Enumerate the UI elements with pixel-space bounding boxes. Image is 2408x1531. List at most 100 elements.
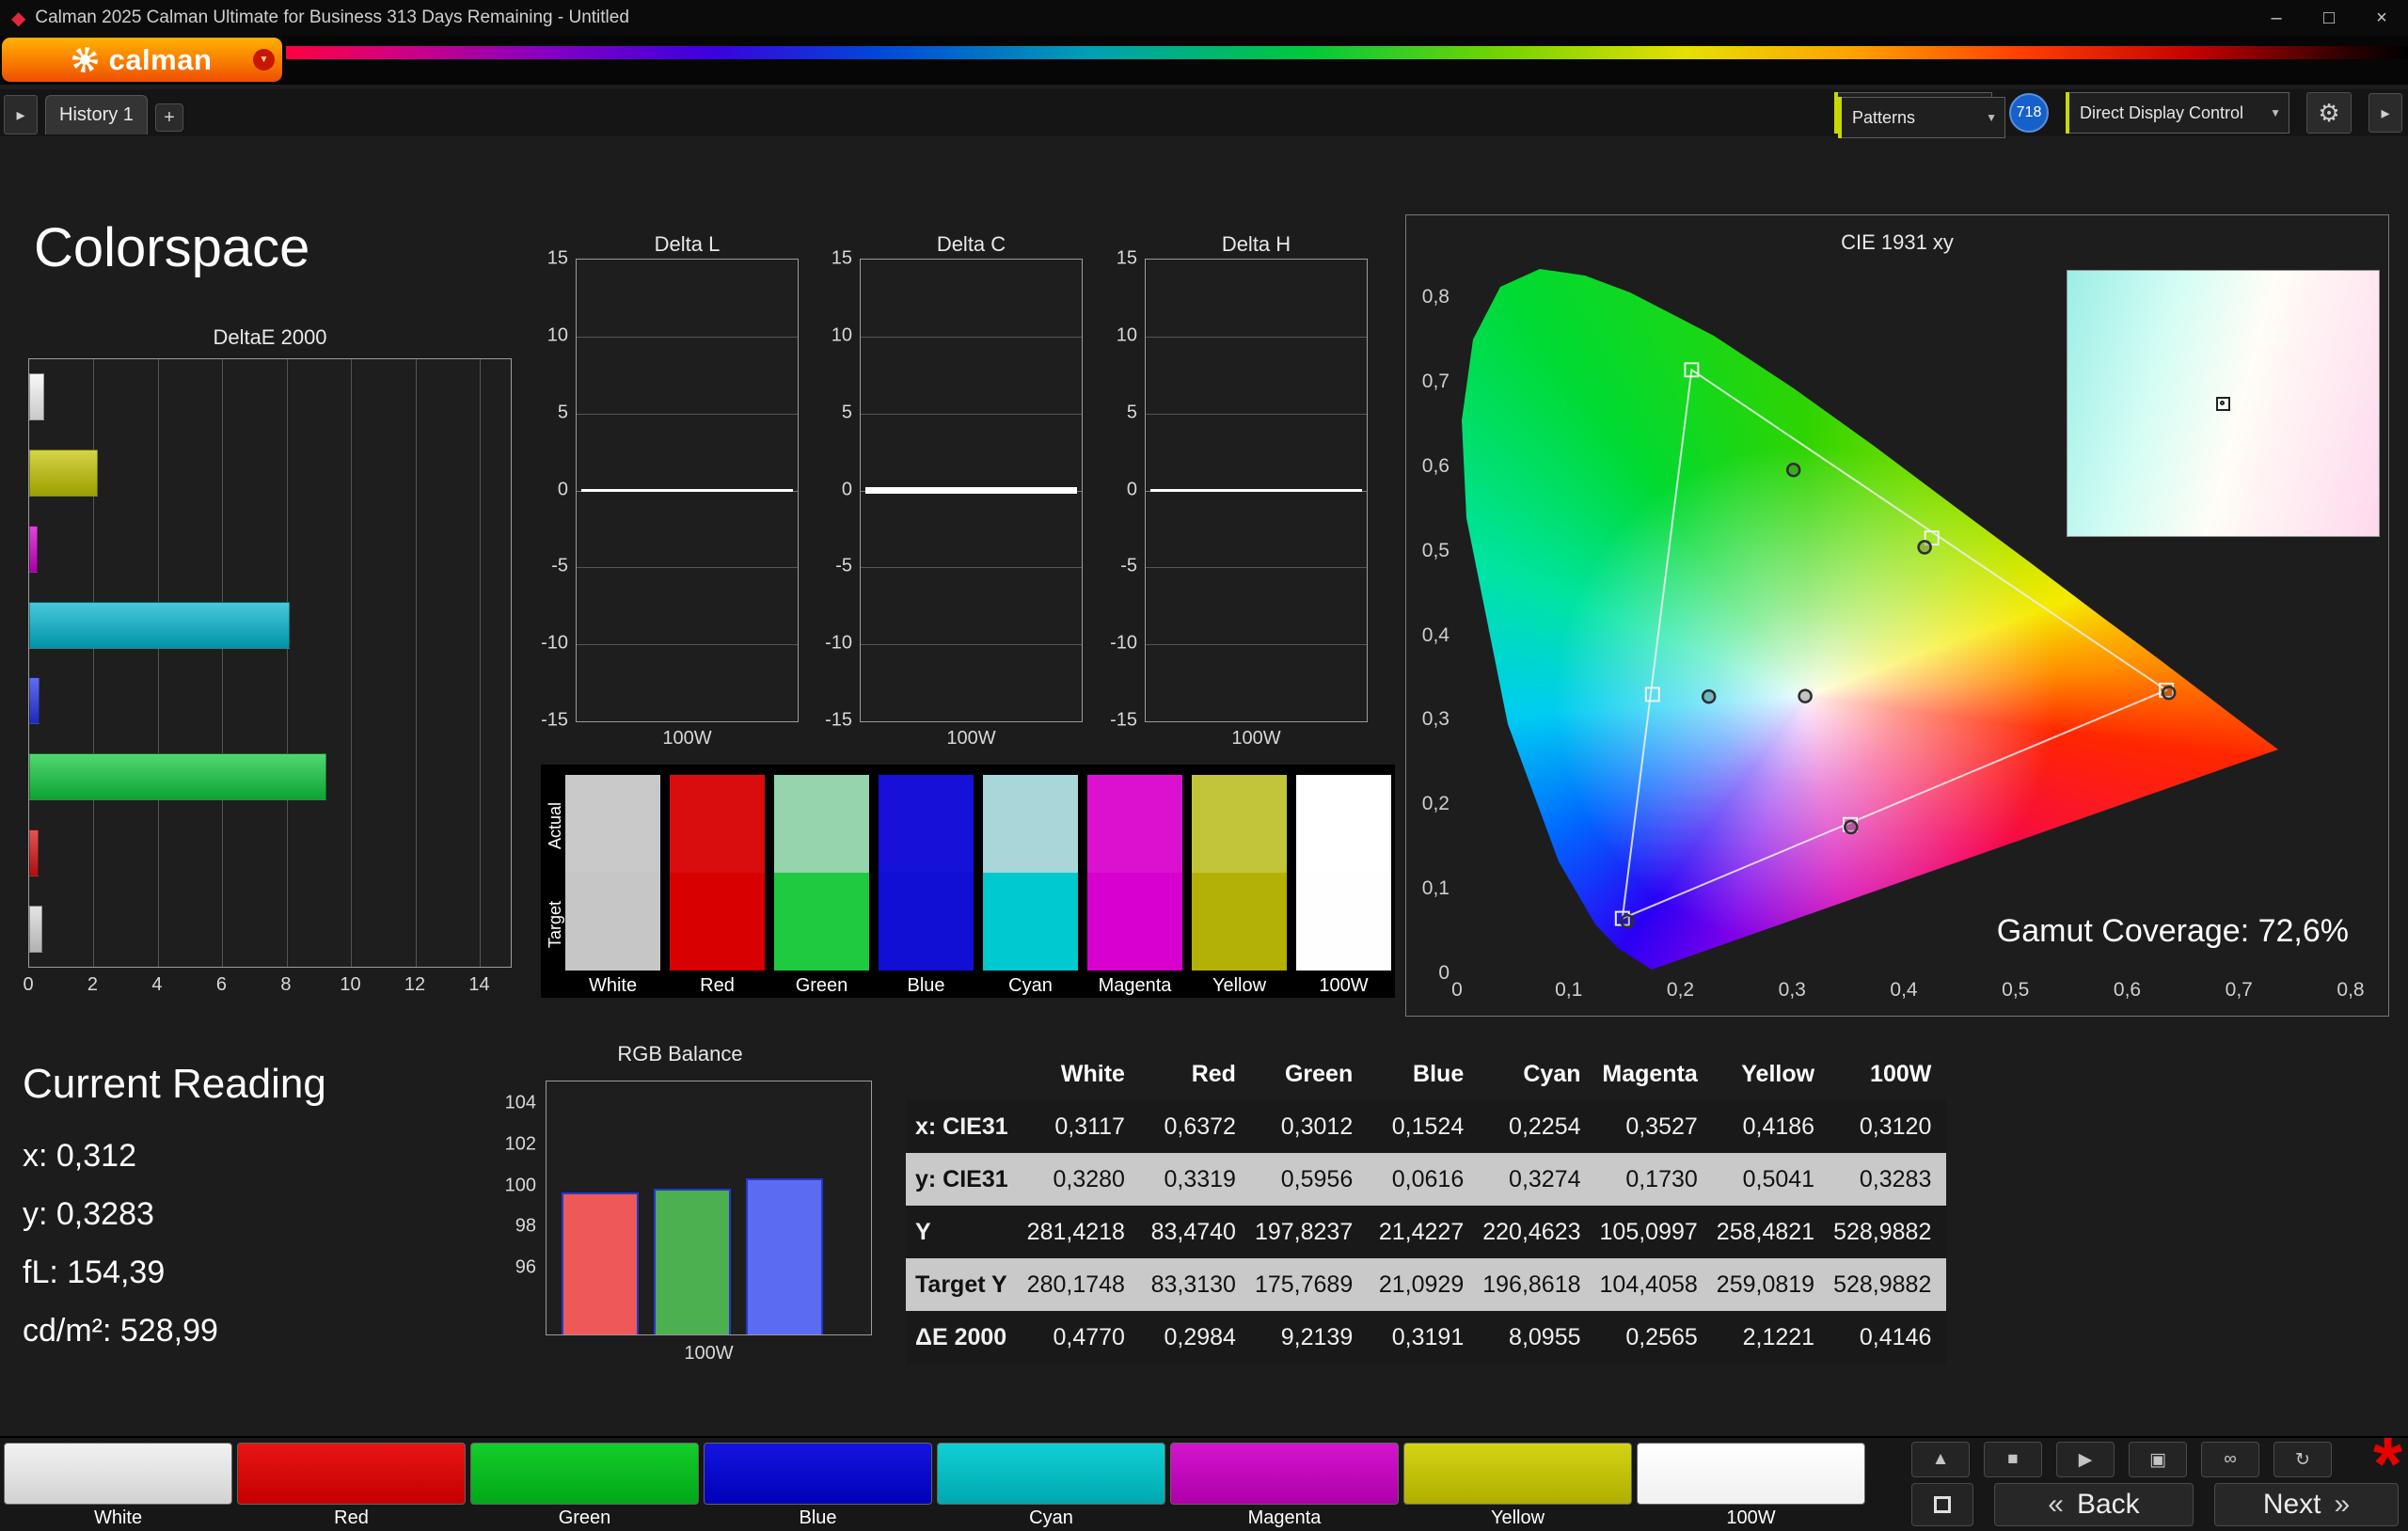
pattern-button-yellow[interactable]: Yellow <box>1403 1443 1632 1529</box>
swatch-blue: Blue <box>879 775 974 997</box>
current-reading-line: fL: 154,39 <box>23 1243 218 1302</box>
chevron-left-icon: « <box>2048 1489 2064 1521</box>
table-column-header: Blue <box>1368 1048 1479 1100</box>
table-cell: 0,3280 <box>1023 1153 1140 1206</box>
rgb-y-ticks: 1041021009896 <box>470 1081 536 1335</box>
meter-count-badge[interactable]: 718 <box>2009 93 2049 133</box>
chevron-down-icon: ▼ <box>2270 106 2281 119</box>
pattern-button-red[interactable]: Red <box>237 1443 466 1529</box>
table-cell: 83,4740 <box>1140 1206 1251 1258</box>
cie-x-tick: 0,4 <box>1890 979 1917 1002</box>
pattern-button-cyan[interactable]: Cyan <box>937 1443 1165 1529</box>
close-button[interactable]: × <box>2355 0 2408 36</box>
display-control-dropdown[interactable]: Direct Display Control ▼ <box>2066 92 2289 134</box>
refresh-button[interactable]: ↻ <box>2273 1442 2332 1477</box>
rgb-y-tick: 102 <box>470 1133 536 1155</box>
swatch-target <box>670 873 765 971</box>
back-button[interactable]: « Back <box>1994 1483 2194 1526</box>
deltae-x-tick: 14 <box>468 974 489 996</box>
logo-menu-button[interactable]: ▼ <box>253 49 275 71</box>
delta-l-yticks: 151050-5-10-15 <box>525 259 568 722</box>
delta-y-tick: 10 <box>809 324 852 346</box>
delta-y-tick: -15 <box>1094 710 1137 732</box>
table-cell: 196,8618 <box>1479 1258 1595 1311</box>
swatch-label: Green <box>774 975 869 997</box>
table-column-header: White <box>1023 1048 1140 1100</box>
pattern-button-100w[interactable]: 100W <box>1637 1443 1865 1529</box>
settings-button[interactable]: ⚙ <box>2306 92 2352 134</box>
table-cell: 21,0929 <box>1368 1258 1479 1311</box>
delta-l-chart: Delta L 151050-5-10-15 100W <box>576 232 799 750</box>
calman-logo[interactable]: calman ▼ <box>2 38 282 82</box>
panel-expand-button[interactable]: ▸ <box>2368 93 2402 133</box>
table-cell: 83,3130 <box>1140 1258 1251 1311</box>
delta-value-bar <box>865 487 1077 494</box>
stop-button[interactable]: ■ <box>1984 1442 2042 1477</box>
pattern-button-blue[interactable]: Blue <box>704 1443 932 1529</box>
pattern-button-green[interactable]: Green <box>470 1443 699 1529</box>
gear-icon: ⚙ <box>2318 99 2339 128</box>
deltae-x-tick: 2 <box>87 974 98 996</box>
swatch-label: Cyan <box>983 975 1078 997</box>
white-point-marker <box>2216 397 2230 411</box>
delta-c-title: Delta C <box>860 232 1083 259</box>
stop-pattern-button[interactable] <box>1911 1483 1973 1526</box>
table-cell: 0,5956 <box>1251 1153 1368 1206</box>
table-row-y-cie31: y: CIE310,32800,33190,59560,06160,32740,… <box>906 1153 1946 1206</box>
patterns-dropdown[interactable]: Patterns ▼ <box>1838 97 2005 138</box>
swatch-target <box>774 873 869 971</box>
loop-button[interactable]: ∞ <box>2201 1442 2259 1477</box>
tab-scroll-button[interactable]: ▸ <box>4 95 38 134</box>
cie-x-ticks: 00,10,20,30,40,50,60,70,8 <box>1457 979 2351 1003</box>
target-row-label: Target <box>546 901 565 948</box>
table-row-y: Y281,421883,4740197,823721,4227220,46231… <box>906 1206 1946 1258</box>
pattern-label: Red <box>237 1507 466 1529</box>
eject-button[interactable]: ▲ <box>1911 1442 1970 1477</box>
rgb-y-tick: 104 <box>470 1093 536 1114</box>
pattern-swatch <box>704 1443 932 1505</box>
delta-y-tick: 15 <box>1094 248 1137 270</box>
save-button[interactable]: ▣ <box>2129 1442 2187 1477</box>
table-cell: 0,3117 <box>1023 1100 1140 1153</box>
toolbar: ▸ History 1 + X-Rite i1Pro 3 Direct View… <box>0 89 2408 136</box>
swatch-actual <box>1296 775 1391 873</box>
table-cell: 0,3319 <box>1140 1153 1251 1206</box>
window-title: Calman 2025 Calman Ultimate for Business… <box>35 8 629 28</box>
swatch-strip: Actual Target WhiteRedGreenBlueCyanMagen… <box>541 765 1395 998</box>
table-cell: 259,0819 <box>1713 1258 1830 1311</box>
white-point-dot <box>2220 401 2225 405</box>
table-cell: 0,4186 <box>1713 1100 1830 1153</box>
delta-y-tick: -10 <box>525 633 568 655</box>
table-cell: 0,4146 <box>1830 1311 1946 1364</box>
swatch-actual <box>774 775 869 873</box>
maximize-button[interactable]: □ <box>2303 0 2355 36</box>
add-tab-button[interactable]: + <box>155 103 183 132</box>
swatch-red: Red <box>670 775 765 997</box>
flower-icon <box>72 47 98 72</box>
delta-y-tick: 0 <box>525 479 568 500</box>
delta-y-tick: 5 <box>525 402 568 423</box>
minimize-button[interactable]: – <box>2250 0 2303 36</box>
measured-point-marker <box>1919 541 1931 553</box>
cie-y-tick: 0 <box>1408 962 1450 985</box>
play-button[interactable]: ▶ <box>2056 1442 2115 1477</box>
swatch-target <box>565 873 660 971</box>
pattern-button-magenta[interactable]: Magenta <box>1170 1443 1399 1529</box>
table-row-target-y: Target Y280,174883,3130175,768921,092919… <box>906 1258 1946 1311</box>
measured-point-marker <box>1845 821 1857 833</box>
cie-x-tick: 0,8 <box>2337 979 2364 1002</box>
current-reading-lines: x: 0,312y: 0,3283fL: 154,39cd/m²: 528,99 <box>23 1127 218 1360</box>
table-cell: 0,4770 <box>1023 1311 1140 1364</box>
pattern-button-white[interactable]: White <box>4 1443 232 1529</box>
pattern-label: Magenta <box>1170 1507 1399 1529</box>
cie-y-tick: 0,8 <box>1408 286 1450 308</box>
delta-h-xlabel: 100W <box>1145 728 1368 750</box>
chevron-down-icon: ▼ <box>260 55 269 65</box>
tab-history-1[interactable]: History 1 <box>45 95 148 134</box>
measured-point-marker <box>1799 690 1812 702</box>
next-button[interactable]: Next » <box>2214 1483 2399 1526</box>
rgb-y-tick: 100 <box>470 1175 536 1196</box>
app-diamond-icon: ◆ <box>11 7 25 30</box>
cie-x-tick: 0,5 <box>2002 979 2029 1002</box>
transport-buttons-row: ▲ ■ ▶ ▣ ∞ ↻ <box>1911 1442 2332 1477</box>
